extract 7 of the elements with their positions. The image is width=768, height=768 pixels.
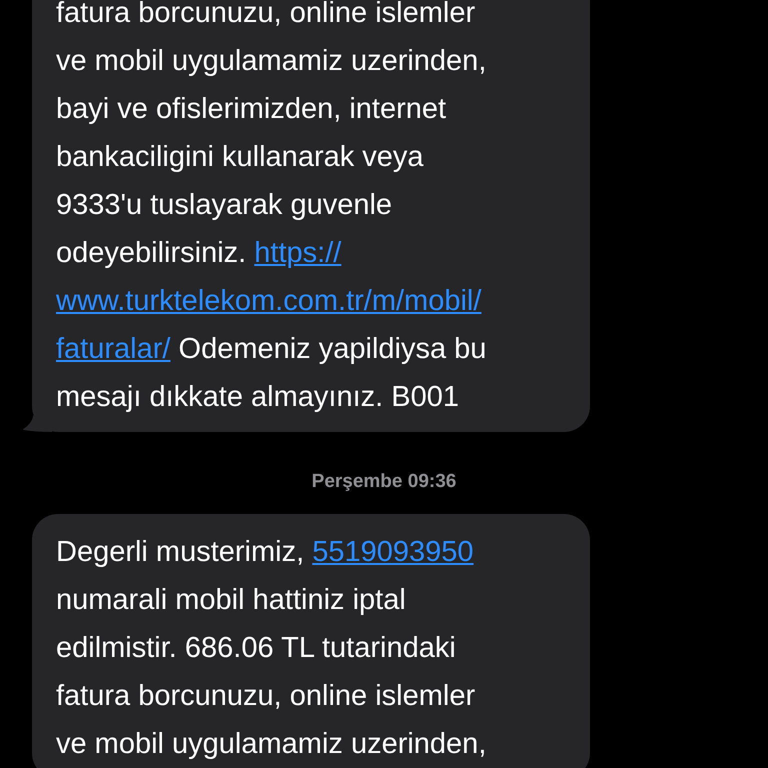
message-link[interactable]: www.turktelekom.com.tr/m/mobil/: [56, 285, 482, 317]
message-text: Degerli musterimiz, 5519093950 numarali mobil hattiniz iptal edilmistir. 686.06 TL tutarindaki fatura borcunuzu, online islemler ve mobil uygulamamiz uzerinden,: [56, 535, 488, 762]
message-link[interactable]: faturalar/: [56, 333, 170, 365]
message-link[interactable]: https://: [254, 237, 342, 269]
message-text: fatura borcunuzu, online islemler ve mobil uygulamamiz uzerinden, bayi ve ofislerimizden, internet bankaciligini kullanarak veya 9333'u tuslayarak guvenle odeyebilirsiniz. https:// www.turktelekom.com.tr/m/mobil/ faturalar/ Odemeniz yapildiysa bu mesajı dıkkate almayınız. B001: [56, 0, 488, 415]
message-link[interactable]: 5519093950: [312, 536, 474, 568]
message-timestamp: Perşembe 09:36: [312, 470, 456, 494]
